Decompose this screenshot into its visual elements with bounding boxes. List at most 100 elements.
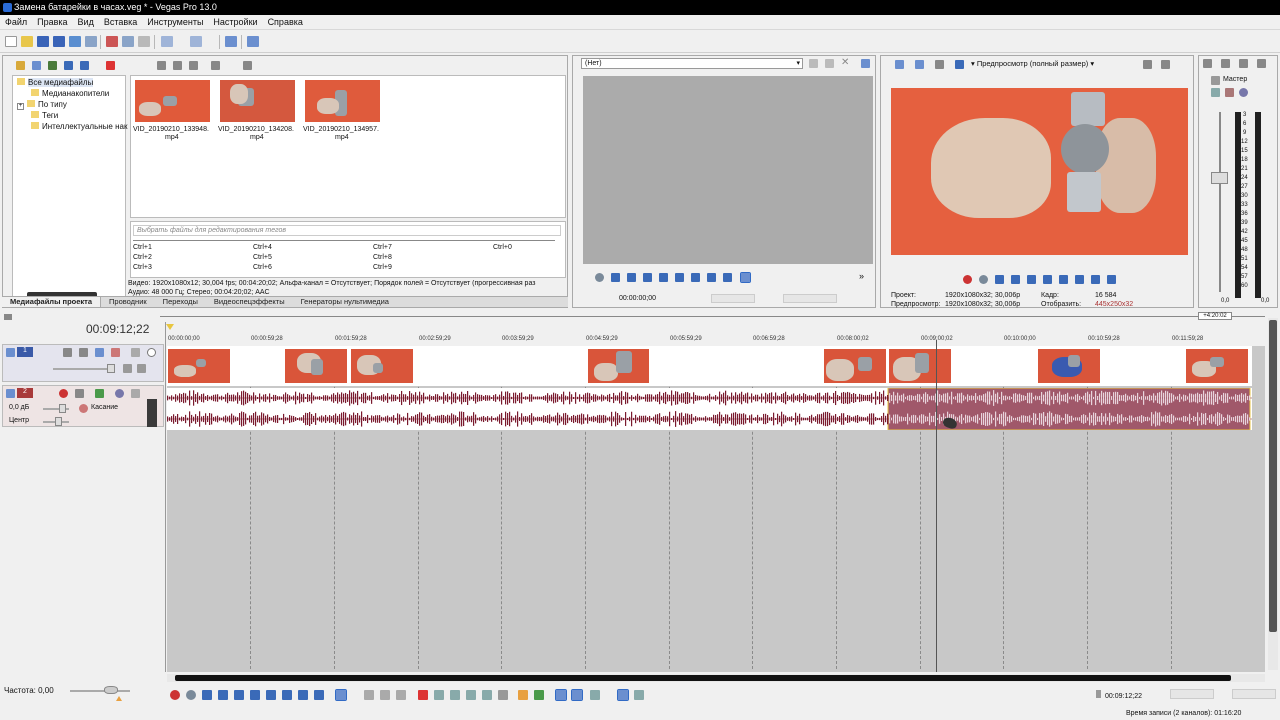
loop-icon[interactable] <box>979 275 988 284</box>
import-media-icon[interactable] <box>16 61 25 70</box>
play-from-start-icon[interactable] <box>202 690 212 700</box>
video-fx-icon[interactable] <box>935 60 944 69</box>
video-clip[interactable] <box>823 348 887 384</box>
copy-icon[interactable] <box>122 36 134 47</box>
undo-icon[interactable] <box>161 36 173 47</box>
selection-start-field[interactable] <box>1170 689 1214 699</box>
save-icon[interactable] <box>37 36 49 47</box>
auto-preview-icon[interactable] <box>189 61 198 70</box>
search-icon[interactable] <box>80 61 89 70</box>
horizontal-scrollbar[interactable] <box>167 674 1265 682</box>
trimmer-edit-icon[interactable] <box>825 59 834 68</box>
rate-slider[interactable] <box>104 686 118 694</box>
tag-shortcut[interactable]: Ctrl+1 <box>133 244 152 251</box>
menu-view[interactable]: Вид <box>73 15 99 30</box>
enable-snapping-icon[interactable] <box>225 36 237 47</box>
track-minimize-icon[interactable] <box>6 389 15 398</box>
mute-icon[interactable] <box>115 389 124 398</box>
auto-crossfade-icon[interactable] <box>571 689 583 701</box>
timeline-splitter[interactable]: +4:20:02 <box>0 312 1280 321</box>
tree-item-tags[interactable]: Теги <box>31 111 58 120</box>
split-screen-icon[interactable] <box>955 60 964 69</box>
tag-shortcut[interactable]: Ctrl+7 <box>373 244 392 251</box>
tag-shortcut[interactable]: Ctrl+6 <box>253 264 272 271</box>
stop-icon[interactable] <box>173 61 182 70</box>
menu-edit[interactable]: Правка <box>32 15 72 30</box>
video-clip[interactable] <box>1185 348 1249 384</box>
video-clip[interactable] <box>587 348 650 384</box>
media-thumbnail[interactable] <box>305 80 380 122</box>
record-icon[interactable] <box>170 690 180 700</box>
play-icon[interactable] <box>1011 275 1020 284</box>
dim-icon[interactable] <box>1257 59 1266 68</box>
audio-waveform[interactable] <box>167 388 1252 430</box>
lock-icon[interactable] <box>498 690 508 700</box>
properties-icon[interactable] <box>85 36 97 47</box>
media-thumbnail[interactable] <box>220 80 295 122</box>
tag-shortcut[interactable]: Ctrl+3 <box>133 264 152 271</box>
track-input-icon[interactable] <box>95 389 104 398</box>
video-clip[interactable] <box>1037 348 1101 384</box>
stop-icon[interactable] <box>659 273 668 282</box>
play-from-start-icon[interactable] <box>611 273 620 282</box>
selection-tool-icon[interactable] <box>380 690 390 700</box>
new-project-icon[interactable] <box>5 36 17 47</box>
render-icon[interactable] <box>69 36 81 47</box>
master-settings-icon[interactable] <box>1225 88 1234 97</box>
capture-icon[interactable] <box>32 61 41 70</box>
track-fx-icon[interactable] <box>75 389 84 398</box>
video-clip[interactable] <box>167 348 231 384</box>
tree-item-by-type[interactable]: + По типу <box>17 100 67 110</box>
automation-icon[interactable] <box>79 404 88 413</box>
stop-icon[interactable] <box>1043 275 1052 284</box>
preview-properties-icon[interactable] <box>895 60 904 69</box>
arm-record-icon[interactable] <box>59 389 68 398</box>
normal-edit-tool-icon[interactable] <box>335 689 347 701</box>
automation-mode[interactable]: Касание <box>91 404 118 411</box>
envelope-tool-icon[interactable] <box>364 690 374 700</box>
loop-icon[interactable] <box>595 273 604 282</box>
get-media-icon[interactable] <box>48 61 57 70</box>
mute-icon[interactable] <box>131 348 140 357</box>
views-icon[interactable] <box>211 61 220 70</box>
tab-video-fx[interactable]: Видеоспецэффекты <box>206 297 293 307</box>
master-properties-icon[interactable] <box>1203 59 1212 68</box>
volume-slider[interactable] <box>59 404 66 413</box>
pause-icon[interactable] <box>1027 275 1036 284</box>
lock-envelopes-icon[interactable] <box>617 689 629 701</box>
trim-mode-icon[interactable] <box>740 272 751 283</box>
next-frame-icon[interactable] <box>723 273 732 282</box>
redo-icon[interactable] <box>190 36 202 47</box>
tab-transitions[interactable]: Переходы <box>155 297 206 307</box>
preview-quality-select[interactable]: ▾ Предпросмотр (полный размер) ▾ <box>971 59 1094 68</box>
play-from-start-icon[interactable] <box>995 275 1004 284</box>
track-lock-icon[interactable] <box>137 364 146 373</box>
pan-slider[interactable] <box>55 417 62 426</box>
marker-icon[interactable] <box>518 690 528 700</box>
menu-options[interactable]: Настройки <box>208 15 262 30</box>
vertical-scrollbar[interactable] <box>1268 318 1278 670</box>
playhead-cursor[interactable] <box>936 340 937 672</box>
menu-file[interactable]: Файл <box>0 15 32 30</box>
go-end-icon[interactable] <box>691 273 700 282</box>
trimmer-add-icon[interactable] <box>809 59 818 68</box>
track-motion-icon[interactable] <box>63 348 72 357</box>
open-icon[interactable] <box>21 36 33 47</box>
composite-mode-icon[interactable] <box>95 348 104 357</box>
collapse-icon[interactable] <box>4 314 12 320</box>
trim-end-icon[interactable] <box>466 690 476 700</box>
go-end-icon[interactable] <box>1075 275 1084 284</box>
pause-icon[interactable] <box>234 690 244 700</box>
tab-media-generators[interactable]: Генераторы нультимедиа <box>293 297 397 307</box>
level-slider[interactable] <box>107 364 115 373</box>
record-icon[interactable] <box>963 275 972 284</box>
more-icon[interactable]: » <box>859 271 864 281</box>
go-start-icon[interactable] <box>675 273 684 282</box>
region-icon[interactable] <box>534 690 544 700</box>
media-web-icon[interactable] <box>64 61 73 70</box>
tag-shortcut[interactable]: Ctrl+8 <box>373 254 392 261</box>
external-monitor-icon[interactable] <box>915 60 924 69</box>
menu-tools[interactable]: Инструменты <box>142 15 208 30</box>
next-frame-icon[interactable] <box>314 690 324 700</box>
ignore-grouping-icon[interactable] <box>634 690 644 700</box>
